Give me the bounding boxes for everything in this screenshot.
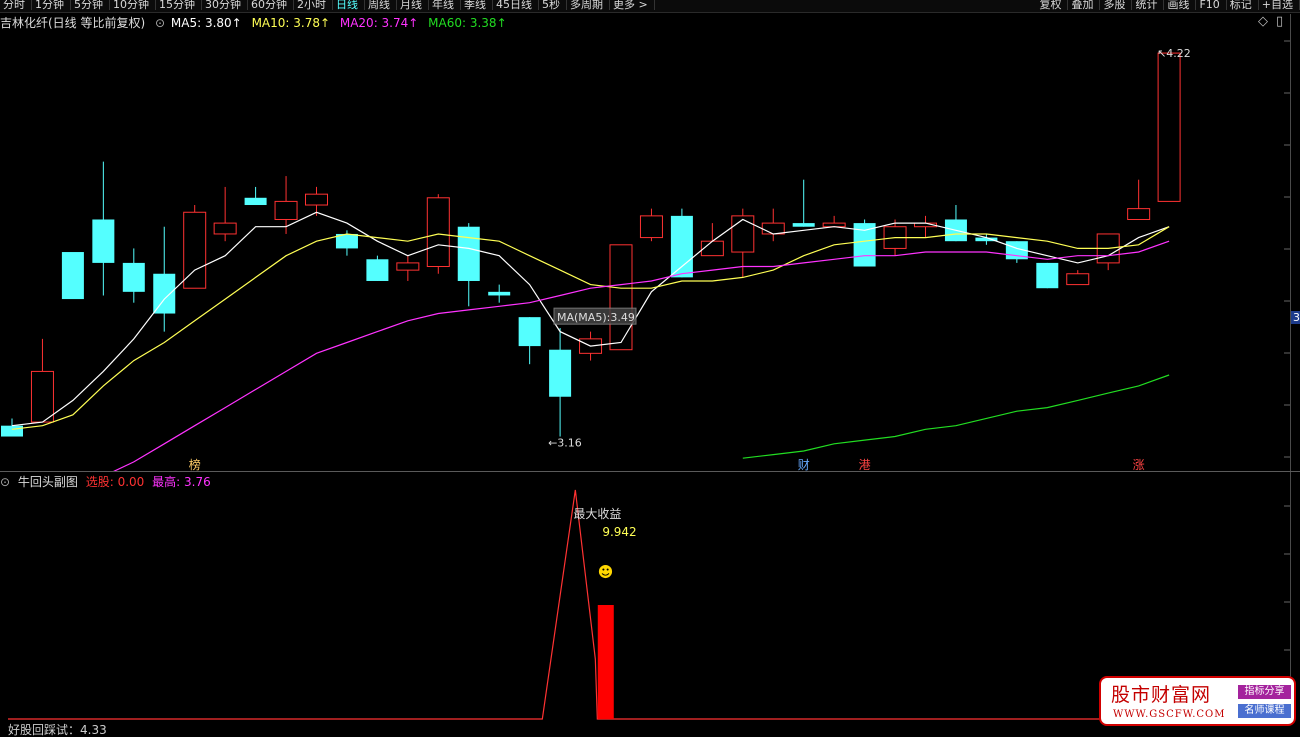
candle-body-down [153, 273, 176, 314]
period-tab[interactable]: 5秒 [539, 0, 567, 10]
watermark-badge-share: 指标分享 [1238, 685, 1291, 699]
bottom-indicator-label: 好股回踩试：4.33 [8, 723, 107, 737]
ma5-label: MA5: 3.80↑ [170, 16, 242, 30]
tool-button[interactable]: 标记 [1227, 0, 1259, 10]
restore-icon[interactable]: ◇ [1258, 14, 1268, 29]
tool-button[interactable]: F10 [1196, 0, 1227, 10]
stock-title: 吉林化纤(日线 等比前复权) [0, 16, 146, 30]
candle-body-up [1066, 273, 1090, 286]
watermark-title: 股市财富网 [1111, 684, 1212, 706]
peak-label: 最大收益 [573, 507, 621, 521]
watermark-url: WWW.GSCFW.COM [1113, 709, 1226, 720]
candle-body-up [396, 262, 420, 271]
event-marker: 港 [859, 458, 871, 471]
period-tab[interactable]: 60分钟 [248, 0, 294, 10]
candle-body-down [457, 226, 480, 281]
period-tab[interactable]: 30分钟 [202, 0, 248, 10]
period-tab[interactable]: 15分钟 [156, 0, 202, 10]
period-tab[interactable]: 45日线 [493, 0, 539, 10]
watermark-logo: 股市财富网 WWW.GSCFW.COM 指标分享 名师课程 [1099, 676, 1296, 726]
period-toolbar: 分时 1分钟 5分钟 10分钟 15分钟 30分钟 60分钟 2小时 日线 周线 月线 年线 季线 45日… [0, 0, 1300, 13]
event-marker: 涨 [1133, 457, 1145, 471]
period-tab[interactable]: 周线 [365, 0, 397, 10]
ma10-label: MA10: 3.78↑ [251, 16, 331, 30]
income-line [8, 489, 1290, 720]
candle-body-up [761, 222, 785, 235]
candle-body-down [366, 259, 389, 281]
candle-body-up [1157, 52, 1181, 202]
main-chart-header: 吉林化纤(日线 等比前复权) ⊙ MA5: 3.80↑ MA10: 3.78↑ … [0, 14, 513, 30]
smiley-icon: ☻ [598, 563, 614, 581]
signal-bar [597, 605, 614, 719]
watermark-badge-course: 名师课程 [1238, 704, 1291, 718]
candle-body-down [92, 219, 115, 263]
candle-body-up [213, 222, 237, 235]
period-tab[interactable]: 1分钟 [32, 0, 71, 10]
right-axis [1290, 14, 1291, 714]
period-tab[interactable]: 年线 [429, 0, 461, 10]
candle-body-down [518, 317, 541, 347]
ma-tooltip: MA(MA5):3.49 [553, 307, 637, 325]
window-icon[interactable]: ▯ [1276, 14, 1283, 29]
right-axis-label: 3 [1291, 311, 1300, 324]
candle-body-up [305, 193, 328, 206]
indicator-chart[interactable]: 最大收益 9.942 ☻ [0, 486, 1290, 731]
tool-button[interactable]: 多股 [1100, 0, 1133, 10]
candle-body-down [488, 291, 511, 296]
ma20-label: MA20: 3.74↑ [339, 16, 419, 30]
candle-body-up [731, 215, 755, 253]
event-marker: 财 [798, 458, 810, 471]
candle-body-up [639, 215, 663, 239]
candlestick-chart[interactable]: ↖4.22 ←3.16 MA(MA5):3.49 榜 财 港 涨 [0, 31, 1290, 471]
candle-body-down [61, 252, 84, 300]
tool-button[interactable]: 叠加 [1068, 0, 1101, 10]
period-tab[interactable]: 2小时 [294, 0, 333, 10]
tool-button[interactable]: 统计 [1132, 0, 1165, 10]
candle-body-down [1036, 262, 1059, 289]
period-tab[interactable]: 分时 [0, 0, 32, 10]
collapse-icon[interactable]: ⊙ [155, 16, 165, 30]
tool-buttons: 复权 叠加 多股 统计 画线 F10 标记 +自选 [1036, 0, 1300, 10]
candle-body-up [609, 244, 633, 351]
candle-body-up [30, 370, 54, 423]
candle-body-up [274, 200, 298, 220]
period-tab[interactable]: 多周期 [567, 0, 610, 10]
period-tab[interactable]: 月线 [397, 0, 429, 10]
event-marker: 榜 [189, 457, 201, 471]
panel-separator[interactable] [0, 471, 1300, 472]
candle-body-down [549, 349, 572, 397]
period-tabs: 分时 1分钟 5分钟 10分钟 15分钟 30分钟 60分钟 2小时 日线 周线 月线 年线 季线 45日… [0, 0, 655, 10]
candle-body-down [244, 197, 267, 206]
candle-body-up [1127, 208, 1151, 220]
period-tab[interactable]: 10分钟 [110, 0, 156, 10]
candle-body-down [792, 223, 815, 227]
tool-button[interactable]: 画线 [1164, 0, 1197, 10]
period-tab[interactable]: 更多 > [610, 0, 655, 10]
period-tab[interactable]: 5分钟 [71, 0, 110, 10]
tool-button[interactable]: +自选 [1259, 0, 1300, 10]
period-tab[interactable]: 季线 [461, 0, 493, 10]
ma60-label: MA60: 3.38↑ [428, 16, 507, 30]
price-annotation: ↖4.22 [1157, 47, 1191, 60]
candle-body-down [670, 215, 693, 278]
tooltip-text: MA(MA5):3.49 [557, 311, 635, 324]
candle-body-up [426, 197, 450, 268]
period-tab[interactable]: 日线 [333, 0, 365, 10]
tool-button[interactable]: 复权 [1036, 0, 1069, 10]
ma60-line [742, 374, 1170, 459]
price-annotation: ←3.16 [548, 437, 582, 450]
candle-body-down [1, 425, 23, 437]
peak-value: 9.942 [602, 525, 636, 539]
candle-body-down [122, 262, 145, 292]
candle-body-up [700, 240, 724, 257]
